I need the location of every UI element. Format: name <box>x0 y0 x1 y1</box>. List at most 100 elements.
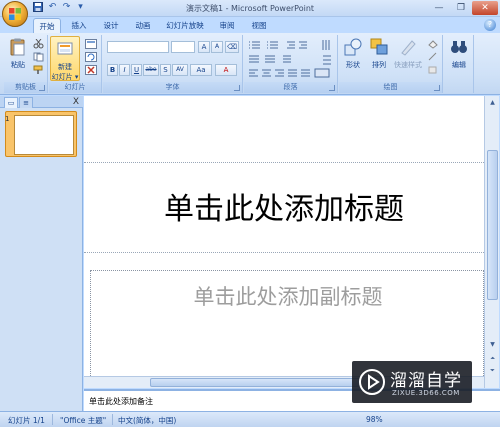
window-controls: — ❐ ✕ <box>428 1 498 15</box>
text-direction-icon[interactable] <box>320 38 334 68</box>
shrink-font-button[interactable]: A <box>211 41 223 53</box>
vertical-scroll-thumb[interactable] <box>487 150 498 300</box>
italic-button[interactable]: I <box>119 64 130 76</box>
slides-tab[interactable]: ▭ <box>4 97 18 108</box>
copy-icon[interactable] <box>33 52 45 62</box>
binoculars-icon <box>451 41 467 53</box>
paste-button[interactable]: 粘贴 <box>7 37 29 70</box>
font-name-box[interactable] <box>107 41 169 53</box>
alignment-icon[interactable] <box>247 68 333 78</box>
tab-review[interactable]: 审阅 <box>214 18 240 33</box>
undo-icon[interactable]: ↶ <box>47 2 58 13</box>
slide-number: 1 <box>5 115 10 123</box>
group-paragraph: 段落 <box>244 35 338 93</box>
panel-close-icon[interactable]: X <box>73 96 79 108</box>
redo-icon[interactable]: ↷ <box>61 2 72 13</box>
panel-tabs: ▭ ≡ X <box>0 96 83 108</box>
notes-placeholder[interactable]: 单击此处添加备注 <box>89 396 153 407</box>
title-placeholder[interactable]: 单击此处添加标题 <box>84 184 484 228</box>
qat-customize-icon[interactable]: ▾ <box>75 2 86 13</box>
drawing-launcher[interactable] <box>434 85 440 91</box>
strikethrough-button[interactable]: abe <box>143 64 159 76</box>
layout-icon[interactable] <box>85 39 97 49</box>
new-slide-icon <box>57 42 73 55</box>
paragraph-launcher[interactable] <box>329 85 335 91</box>
scroll-down-icon[interactable]: ▼ <box>487 340 498 350</box>
cut-icon[interactable] <box>33 39 45 49</box>
delete-slide-icon[interactable] <box>85 65 97 75</box>
slides-panel: ▭ ≡ X 1 <box>0 96 83 411</box>
paste-label: 粘贴 <box>11 61 25 69</box>
horizontal-scroll-thumb[interactable] <box>150 378 360 387</box>
watermark-url: ZIXUE.3D66.COM <box>392 389 460 397</box>
editing-label: 编辑 <box>452 61 466 69</box>
slide-count: 幻灯片 1/1 <box>8 416 45 425</box>
clear-format-icon[interactable]: ⌫ <box>225 41 239 53</box>
group-editing: 编辑 <box>444 35 474 93</box>
next-slide-icon[interactable]: ⏷ <box>487 366 498 376</box>
outline-tab[interactable]: ≡ <box>19 97 33 108</box>
office-button[interactable] <box>2 1 28 27</box>
group-label-slides: 幻灯片 <box>49 82 101 93</box>
scroll-up-icon[interactable]: ▲ <box>487 98 498 108</box>
clipboard-launcher[interactable] <box>39 85 45 91</box>
play-logo-icon <box>359 369 385 395</box>
format-painter-icon[interactable] <box>33 65 45 75</box>
restore-button[interactable]: ❐ <box>450 1 472 15</box>
new-slide-label: 新建 <box>58 63 72 71</box>
text-shadow-button[interactable]: S <box>160 64 171 76</box>
reset-icon[interactable] <box>85 52 97 62</box>
window-title: 演示文稿1 - Microsoft PowerPoint <box>185 4 315 13</box>
font-color-button[interactable]: A <box>215 64 237 76</box>
shape-outline-icon[interactable] <box>427 52 439 62</box>
save-icon[interactable] <box>32 2 44 13</box>
vertical-scrollbar[interactable]: ▲ ▼ ⏶ ⏷ <box>484 96 499 388</box>
quick-styles-button[interactable]: 快速样式 <box>393 37 423 70</box>
help-button[interactable]: ? <box>484 19 496 31</box>
previous-slide-icon[interactable]: ⏶ <box>487 354 498 364</box>
clipboard-icon <box>10 38 25 56</box>
font-launcher[interactable] <box>234 85 240 91</box>
underline-button[interactable]: U <box>131 64 142 76</box>
ribbon-tabs: 开始 插入 设计 动画 幻灯片放映 审阅 视图 ? <box>0 17 500 33</box>
watermark-name: 溜溜自学 <box>390 371 462 391</box>
quick-styles-label: 快速样式 <box>394 61 422 69</box>
font-size-box[interactable] <box>171 41 195 53</box>
shapes-label: 形状 <box>346 61 360 69</box>
line-spacing-icon[interactable] <box>247 53 319 65</box>
shape-effects-icon[interactable] <box>427 65 439 75</box>
char-spacing-button[interactable]: AV <box>172 64 188 76</box>
slide-editor: 单击此处添加标题 单击此处添加副标题 <box>84 96 484 388</box>
slide-thumbnail-preview[interactable] <box>14 115 74 155</box>
tab-slideshow[interactable]: 幻灯片放映 <box>162 18 208 33</box>
subtitle-placeholder[interactable]: 单击此处添加副标题 <box>91 281 484 311</box>
change-case-button[interactable]: Aa <box>190 64 212 76</box>
shape-fill-icon[interactable] <box>427 39 439 49</box>
group-slides: 新建 幻灯片 ▾ 幻灯片 <box>49 35 102 93</box>
group-clipboard: 粘贴 剪贴板 <box>4 35 48 93</box>
tab-design[interactable]: 设计 <box>98 18 124 33</box>
status-divider <box>112 414 113 425</box>
tab-home[interactable]: 开始 <box>33 18 61 33</box>
tab-view[interactable]: 视图 <box>246 18 272 33</box>
shapes-button[interactable]: 形状 <box>341 37 365 70</box>
zoom-level[interactable]: 98% <box>366 415 383 424</box>
minimize-button[interactable]: — <box>428 1 450 15</box>
bold-button[interactable]: B <box>107 64 118 76</box>
arrange-icon <box>370 38 388 55</box>
group-font: A A ⌫ B I U abe S AV Aa A 字体 <box>103 35 243 93</box>
group-label-drawing: 绘图 <box>339 82 442 93</box>
tab-insert[interactable]: 插入 <box>66 18 92 33</box>
tab-animations[interactable]: 动画 <box>130 18 156 33</box>
arrange-button[interactable]: 排列 <box>367 37 391 70</box>
title-box-bottom-border <box>84 252 484 253</box>
grow-font-button[interactable]: A <box>198 41 210 53</box>
close-button[interactable]: ✕ <box>472 1 498 15</box>
group-drawing: 形状 排列 快速样式 绘图 <box>339 35 443 93</box>
editing-button[interactable]: 编辑 <box>447 37 471 70</box>
arrange-label: 排列 <box>372 61 386 69</box>
new-slide-button[interactable]: 新建 幻灯片 ▾ <box>50 36 80 81</box>
title-box-top-border <box>84 162 484 163</box>
bullets-numbering-icon[interactable] <box>247 39 319 51</box>
group-label-paragraph: 段落 <box>244 82 337 93</box>
